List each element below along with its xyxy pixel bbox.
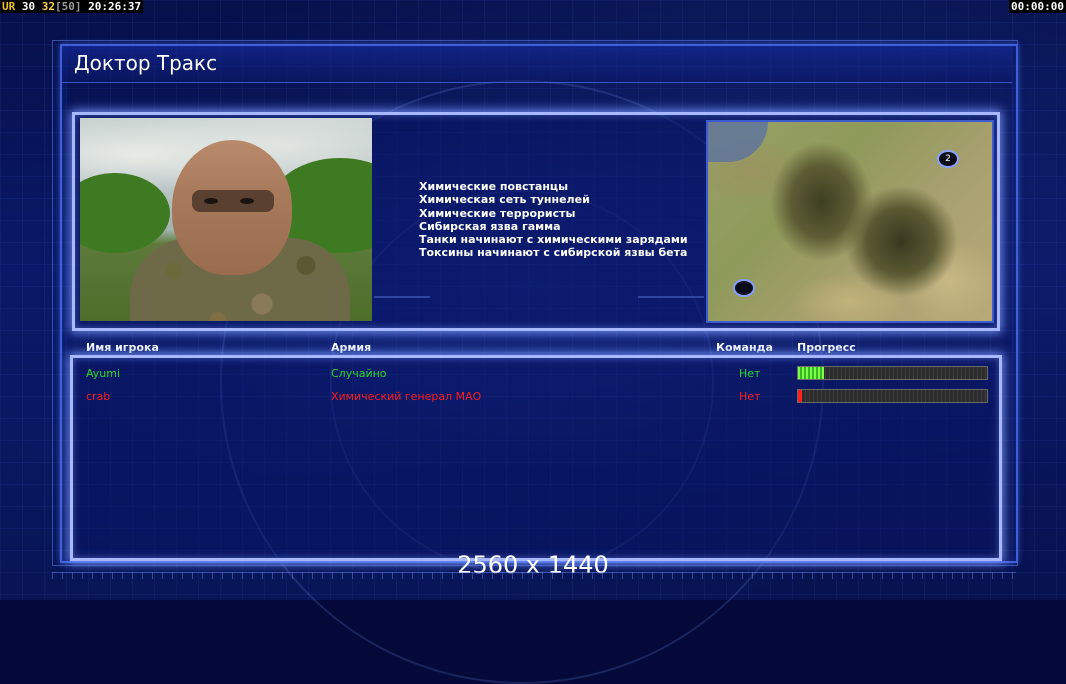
hud-timer: 00:00:00	[1009, 0, 1066, 13]
objective-item: Химическая сеть туннелей	[419, 193, 590, 207]
player-team: Нет	[739, 367, 761, 380]
player-team: Нет	[739, 390, 761, 403]
hud-clock: 20:26:37	[88, 0, 142, 13]
player-name: crab	[86, 390, 111, 403]
objective-item: Химические повстанцы	[419, 180, 569, 193]
general-objectives: Химические повстанцы Химическая сеть тун…	[419, 180, 688, 260]
deco-line	[374, 296, 430, 298]
hud-value-a: 30	[21, 0, 36, 13]
col-header-army: Армия	[331, 341, 372, 354]
objective-item: Танки начинают с химическими зарядами	[419, 233, 688, 247]
objective-item: Сибирская язва гамма	[419, 219, 561, 233]
objective-item: Токсины начинают с сибирской язвы бета	[419, 246, 688, 260]
portrait-eye	[240, 198, 254, 204]
spawn-marker-2: 2	[937, 150, 959, 168]
hud-ur-label: UR	[2, 0, 16, 13]
hud-value-b: 32	[41, 0, 55, 13]
col-header-team: Команда	[716, 341, 773, 354]
objective-item: Химические террористы	[419, 206, 576, 220]
hud-status: UR 30 32[50] 20:26:37	[0, 0, 144, 13]
col-header-progress: Прогресс	[797, 341, 856, 354]
col-header-player-name: Имя игрока	[86, 341, 159, 354]
player-army: Химический генерал МАО	[331, 390, 482, 403]
progress-fill	[798, 390, 802, 402]
spawn-marker-1	[733, 279, 755, 297]
bottom-ruler	[52, 572, 1016, 579]
map-water	[708, 122, 768, 162]
progress-fill	[798, 367, 825, 379]
hud-value-c: [50]	[55, 0, 82, 13]
player-name: Ayumi	[86, 367, 121, 380]
players-panel	[70, 355, 1002, 561]
deco-line	[638, 296, 704, 298]
page-title: Доктор Тракс	[74, 51, 218, 75]
player-army: Случайно	[331, 367, 387, 380]
general-portrait	[80, 118, 372, 321]
progress-bar	[797, 389, 988, 403]
minimap-preview: 2	[706, 120, 994, 323]
progress-bar	[797, 366, 988, 380]
portrait-eye	[204, 198, 218, 204]
